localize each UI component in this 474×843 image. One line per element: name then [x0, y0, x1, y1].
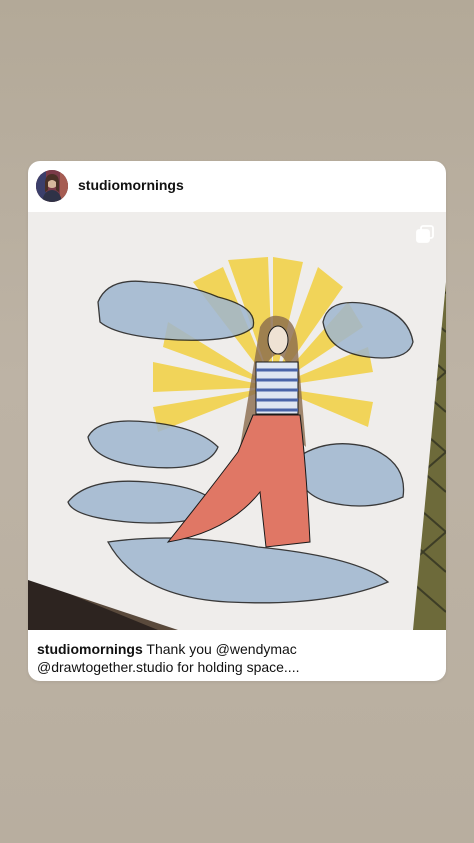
post-caption: studiomornings Thank you @wendymac @draw…	[37, 640, 437, 676]
caption-text-line1: Thank you @wendymac	[142, 641, 297, 657]
watercolor-drawing	[28, 212, 446, 630]
caption-text-line2: @drawtogether.studio for holding space..…	[37, 659, 300, 675]
post-image[interactable]	[28, 212, 446, 630]
multiple-photos-icon	[416, 225, 434, 243]
embedded-post-card[interactable]: studiomornings studiomornings Thank you …	[28, 161, 446, 681]
avatar[interactable]	[36, 170, 68, 202]
post-header: studiomornings	[28, 161, 446, 212]
caption-username[interactable]: studiomornings	[37, 641, 143, 657]
post-username[interactable]: studiomornings	[78, 177, 184, 193]
